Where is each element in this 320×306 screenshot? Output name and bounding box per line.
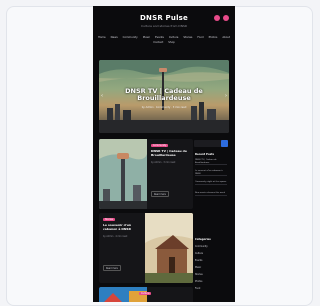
search-input[interactable] [194,140,228,147]
post-title[interactable]: DNSR TV | Cadeau de Brouillardeuse [151,149,191,157]
recent-post-link[interactable]: Le souvenir d'un cabanon à DNSR [195,170,227,177]
hero-slider[interactable]: DNSR TV | Cadeau de Brouillardeuse by Ad… [99,60,229,133]
post-image [99,139,147,209]
post-card[interactable]: Stories Le souvenir d'un cabanon à DNSR … [99,213,193,283]
hero-meta: by Admin · Community · 3 min read [141,106,187,109]
category-link[interactable]: Food [195,287,200,290]
nav-item-contact[interactable]: Contact [153,41,163,44]
nav-item-news[interactable]: News [111,36,118,39]
nav-item-community[interactable]: Community [123,36,138,39]
read-more-button[interactable]: Read more [103,265,121,271]
nav-item-food[interactable]: Food [197,36,203,39]
nav-item-about[interactable]: About [222,36,230,39]
nav-item-music[interactable]: Music [143,36,150,39]
read-more-button[interactable]: Read more [151,191,169,197]
post-title[interactable]: Le souvenir d'un cabanon à DNSR [103,223,143,231]
nav-item-shop[interactable]: Shop [168,41,175,44]
post-category-badge[interactable]: Culture [139,292,152,295]
social-icon[interactable] [214,15,220,21]
main-nav: Home News Community Music Events Culture… [97,36,231,44]
category-link[interactable]: Music [195,266,201,269]
post-card[interactable]: Culture [99,287,193,302]
recent-post-link[interactable]: New music releases this week [195,192,227,196]
post-meta: by Admin · 4 min read [103,235,128,238]
recent-posts-title: Recent Posts [195,153,215,156]
nav-item-home[interactable]: Home [98,36,106,39]
nav-item-stories[interactable]: Stories [183,36,192,39]
post-meta: by Admin · 3 min read [151,161,176,164]
hero-title[interactable]: DNSR TV | Cadeau de Brouillardeuse [99,88,229,102]
category-link[interactable]: Community [195,245,208,248]
category-link[interactable]: Photos [195,280,202,283]
nav-item-culture[interactable]: Culture [169,36,178,39]
post-category-badge[interactable]: Stories [103,218,115,221]
post-card[interactable]: Community DNSR TV | Cadeau de Brouillard… [99,139,193,209]
category-link[interactable]: Events [195,259,202,262]
chevron-left-icon[interactable]: ‹ [101,93,103,99]
search-icon[interactable] [221,140,228,147]
social-icon[interactable] [223,15,229,21]
nav-item-events[interactable]: Events [155,36,164,39]
post-image [145,213,193,283]
category-link[interactable]: Culture [195,252,203,255]
website-preview: DNSR Pulse Culture and stories from DNSR… [93,6,235,302]
chevron-right-icon[interactable]: › [225,93,227,99]
category-link[interactable]: Stories [195,273,203,276]
recent-post-link[interactable]: DNSR TV | Cadeau de Brouillardeuse [195,159,227,166]
site-tagline: Culture and stories from DNSR [141,24,187,28]
social-links [214,15,229,21]
post-category-badge[interactable]: Community [151,144,169,147]
recent-post-link[interactable]: Community night at the square [195,181,227,185]
nav-item-photos[interactable]: Photos [209,36,218,39]
categories-title: Categories [195,238,211,241]
